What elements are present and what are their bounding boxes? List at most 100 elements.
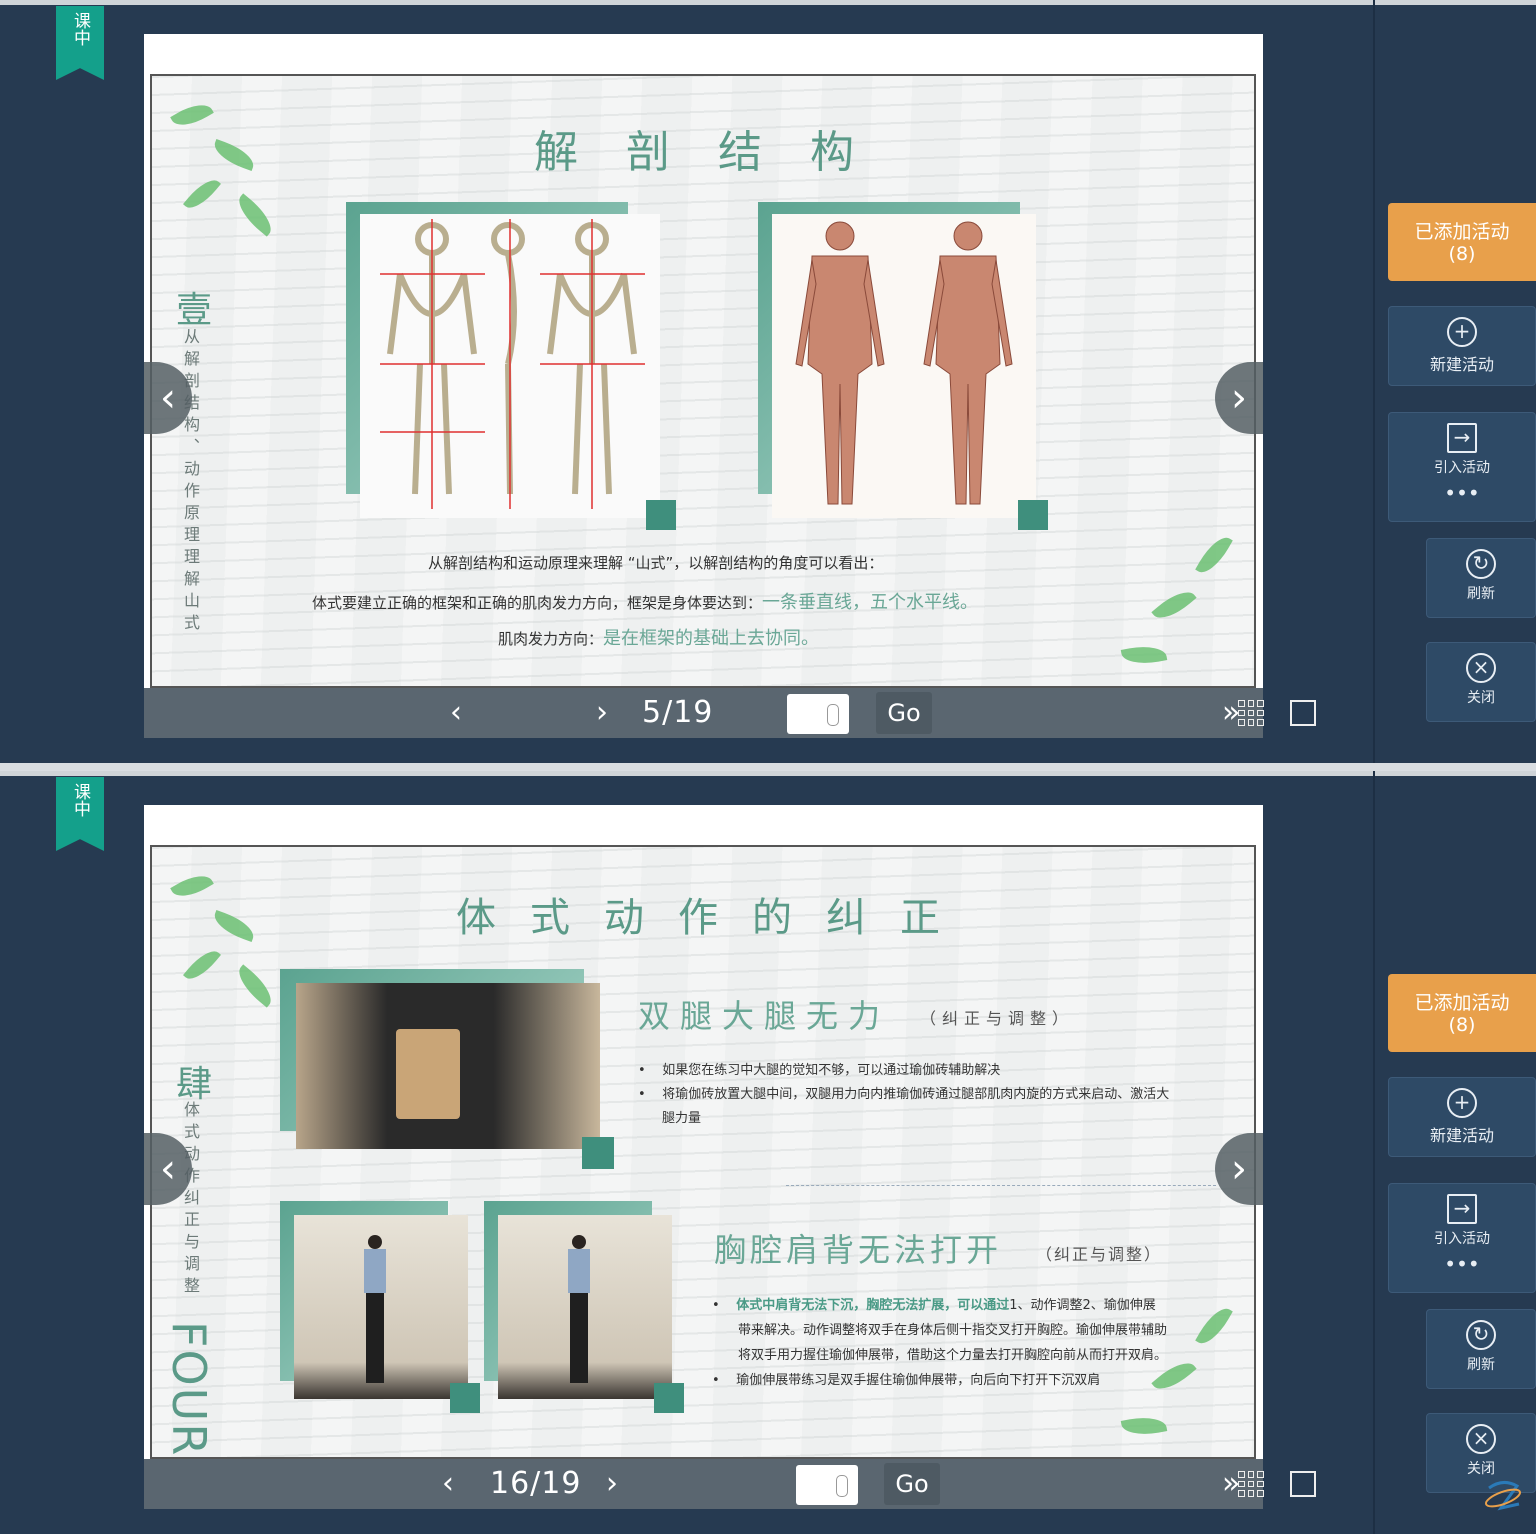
leaf-decoration bbox=[183, 944, 221, 986]
close-button[interactable]: × 关闭 bbox=[1426, 642, 1536, 722]
class-status-ribbon: 课中 bbox=[56, 777, 104, 851]
close-icon: × bbox=[1466, 1424, 1496, 1454]
list-item: • 体式中肩背无法下沉，胸腔无法扩展，可以通过1、动作调整2、瑜伽伸展带来解决。… bbox=[712, 1298, 1168, 1363]
close-label: 关闭 bbox=[1467, 1461, 1495, 1477]
leaf-decoration bbox=[1195, 531, 1233, 579]
bullet-list-2: • 体式中肩背无法下沉，胸腔无法扩展，可以通过1、动作调整2、瑜伽伸展带来解决。… bbox=[712, 1293, 1168, 1393]
figure-legs bbox=[570, 1293, 588, 1383]
top-divider bbox=[0, 771, 1536, 776]
caption-line-2: 体式要建立正确的框架和正确的肌肉发力方向，框架是身体要达到：一条垂直线，五个水平… bbox=[312, 588, 978, 614]
panel-divider bbox=[1373, 771, 1375, 1534]
new-activity-button[interactable]: + 新建活动 bbox=[1388, 1077, 1536, 1157]
ribbon-label: 课中 bbox=[70, 12, 90, 46]
stepper-icon[interactable] bbox=[836, 1475, 848, 1497]
figure-top bbox=[568, 1249, 590, 1293]
muscle-illustration bbox=[795, 221, 1013, 505]
figure-legs bbox=[366, 1293, 384, 1383]
prev-page-button[interactable]: ‹ bbox=[450, 688, 462, 738]
go-button[interactable]: Go bbox=[884, 1463, 940, 1505]
last-page-button[interactable]: » bbox=[1222, 1459, 1240, 1509]
slide-canvas: 解剖结构 壹 从解剖结构、动作原理理解山式 从解剖结构和运动原理来理解 “山式”… bbox=[150, 74, 1256, 688]
leaf-decoration bbox=[231, 964, 279, 1008]
leaf-decoration bbox=[1151, 583, 1197, 627]
skeleton-image bbox=[360, 214, 660, 518]
more-dots-icon[interactable]: ••• bbox=[1389, 481, 1535, 505]
accent-square bbox=[1018, 500, 1048, 530]
leaf-decoration bbox=[231, 193, 279, 237]
refresh-label: 刷新 bbox=[1467, 586, 1495, 602]
watermark-icon bbox=[1484, 1481, 1522, 1511]
last-page-button[interactable]: » bbox=[1222, 688, 1240, 738]
new-activity-button[interactable]: + 新建活动 bbox=[1388, 306, 1536, 386]
import-activity-button[interactable]: → 引入活动 ••• bbox=[1388, 412, 1536, 522]
skeleton-illustration bbox=[380, 219, 645, 509]
page-indicator: 16/19 bbox=[490, 1466, 582, 1501]
added-activities-button[interactable]: 已添加活动 (8) bbox=[1388, 203, 1536, 281]
slide-title: 解剖结构 bbox=[534, 127, 902, 178]
bullet-list-1: • 如果您在练习中大腿的觉知不够，可以通过瑜伽砖辅助解决 • 将瑜伽砖放置大腿中… bbox=[638, 1059, 1178, 1131]
page-indicator: 5/19 bbox=[642, 695, 714, 730]
import-activity-label: 引入活动 bbox=[1434, 1231, 1490, 1247]
list-item: • 将瑜伽砖放置大腿中间，双腿用力向内推瑜伽砖通过腿部肌肉内旋的方式来启动、激活… bbox=[638, 1087, 1170, 1126]
refresh-button[interactable]: ↻ 刷新 bbox=[1426, 538, 1536, 618]
heading-chest: 胸腔肩背无法打开 bbox=[714, 1231, 1003, 1269]
leaf-decoration bbox=[1195, 1302, 1233, 1350]
top-divider bbox=[0, 0, 1536, 5]
bullet-text: 瑜伽伸展带练习是双手握住瑜伽伸展带，向后向下打开下沉双肩 bbox=[736, 1373, 1101, 1388]
accent-square bbox=[646, 500, 676, 530]
refresh-button[interactable]: ↻ 刷新 bbox=[1426, 1309, 1536, 1389]
bullet-text: 将瑜伽砖放置大腿中间，双腿用力向内推瑜伽砖通过腿部肌肉内旋的方式来启动、激活大腿… bbox=[662, 1087, 1170, 1126]
new-activity-label: 新建活动 bbox=[1429, 355, 1494, 374]
prev-page-button[interactable]: ‹ bbox=[442, 1459, 454, 1509]
accent-square bbox=[582, 1137, 614, 1169]
slide-navbar: ‹ 5/19 › Go » bbox=[144, 688, 1316, 738]
import-icon: → bbox=[1447, 1194, 1477, 1224]
figure-head bbox=[572, 1235, 586, 1249]
stepper-icon[interactable] bbox=[827, 704, 839, 726]
refresh-icon: ↻ bbox=[1466, 549, 1496, 579]
leaf-decoration bbox=[210, 139, 258, 171]
go-button[interactable]: Go bbox=[876, 692, 932, 734]
heading-thigh-sub: （纠正与调整） bbox=[920, 1009, 1075, 1028]
import-activity-button[interactable]: → 引入活动 ••• bbox=[1388, 1183, 1536, 1293]
leaf-decoration bbox=[1120, 1413, 1168, 1439]
fullscreen-icon[interactable] bbox=[1290, 1471, 1316, 1497]
caption-line-3: 肌肉发力方向：是在框架的基础上去协同。 bbox=[498, 624, 819, 650]
muscle-anatomy-image bbox=[772, 214, 1036, 518]
section-label-en: FOUR bbox=[162, 1321, 216, 1458]
grid-view-icon[interactable] bbox=[1238, 1471, 1264, 1497]
leaf-decoration bbox=[1120, 642, 1168, 668]
added-activities-button[interactable]: 已添加活动 (8) bbox=[1388, 974, 1536, 1052]
next-page-button[interactable]: › bbox=[606, 1459, 618, 1509]
panel-divider bbox=[1373, 0, 1375, 763]
heading-thigh: 双腿大腿无力 bbox=[638, 997, 891, 1035]
screen-panel-1: 课中 解剖结构 壹 从解剖结构、动作原理理解山式 从解剖结构和运动原理来理解 “… bbox=[0, 0, 1536, 763]
leaf-decoration bbox=[170, 97, 214, 133]
yoga-block bbox=[396, 1029, 460, 1119]
refresh-icon: ↻ bbox=[1466, 1320, 1496, 1350]
accent-square bbox=[654, 1383, 684, 1413]
figure-top bbox=[364, 1249, 386, 1293]
fullscreen-icon[interactable] bbox=[1290, 700, 1316, 726]
added-activities-count: (8) bbox=[1448, 243, 1476, 265]
posture-photo-left bbox=[294, 1215, 468, 1399]
next-page-button[interactable]: › bbox=[596, 688, 608, 738]
bullet-text-highlight: 体式中肩背无法下沉，胸腔无法扩展，可以通过 bbox=[736, 1298, 1010, 1313]
heading-chest-sub: （纠正与调整） bbox=[1036, 1245, 1163, 1264]
list-item: • 如果您在练习中大腿的觉知不够，可以通过瑜伽砖辅助解决 bbox=[638, 1063, 1001, 1078]
plus-circle-icon: + bbox=[1447, 1088, 1477, 1118]
watermark-logo bbox=[1478, 1478, 1528, 1528]
leaf-decoration bbox=[210, 910, 258, 942]
figure-head bbox=[368, 1235, 382, 1249]
caption-line-3-a: 肌肉发力方向： bbox=[498, 630, 604, 648]
list-item: • 瑜伽伸展带练习是双手握住瑜伽伸展带，向后向下打开下沉双肩 bbox=[712, 1373, 1101, 1388]
bullet-text: 如果您在练习中大腿的觉知不够，可以通过瑜伽砖辅助解决 bbox=[662, 1063, 1001, 1078]
page-number-input[interactable] bbox=[787, 694, 849, 734]
section-number: 壹 bbox=[176, 290, 213, 331]
screen-panel-2: 课中 体式动作的纠正 肆 体式动作纠正与调整 FOUR 双腿大腿无力 （纠正与调… bbox=[0, 771, 1536, 1534]
added-activities-label: 已添加活动 bbox=[1414, 992, 1510, 1014]
more-dots-icon[interactable]: ••• bbox=[1389, 1252, 1535, 1276]
page-number-input[interactable] bbox=[796, 1465, 858, 1505]
section-separator bbox=[786, 1185, 1216, 1186]
grid-view-icon[interactable] bbox=[1238, 700, 1264, 726]
